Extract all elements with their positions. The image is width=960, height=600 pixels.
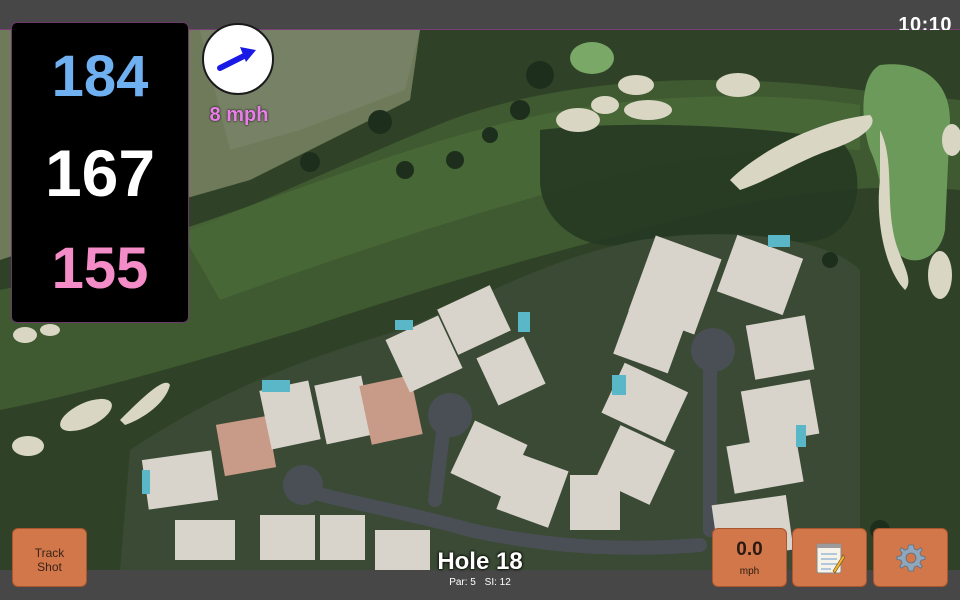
wind-indicator[interactable] [202, 23, 274, 95]
notes-button[interactable] [792, 528, 867, 587]
gear-icon [896, 544, 925, 571]
settings-button[interactable] [873, 528, 948, 587]
hole-meta: Par: 5 SI: 12 [380, 577, 580, 588]
front-distance: 155 [51, 236, 149, 301]
wind-speed-label: 8 mph [209, 104, 269, 126]
speed-unit: mph [739, 566, 760, 577]
middle-distance: 167 [44, 136, 156, 210]
hole-title: Hole 18 [437, 548, 523, 575]
speed-button[interactable]: 0.0 mph [712, 528, 787, 587]
track-shot-button[interactable]: Track Shot [12, 528, 87, 587]
wind-direction-arrow-icon [217, 47, 256, 71]
track-shot-label-line1: Track [34, 546, 65, 560]
hole-par: Par: 5 [449, 577, 476, 588]
speed-value: 0.0 [736, 539, 763, 560]
track-shot-label-line2: Shot [37, 560, 62, 574]
back-distance: 184 [51, 44, 149, 109]
distance-panel: 184 167 155 [11, 22, 189, 323]
hole-stroke-index: SI: 12 [484, 577, 511, 588]
notepad-icon [816, 543, 845, 573]
